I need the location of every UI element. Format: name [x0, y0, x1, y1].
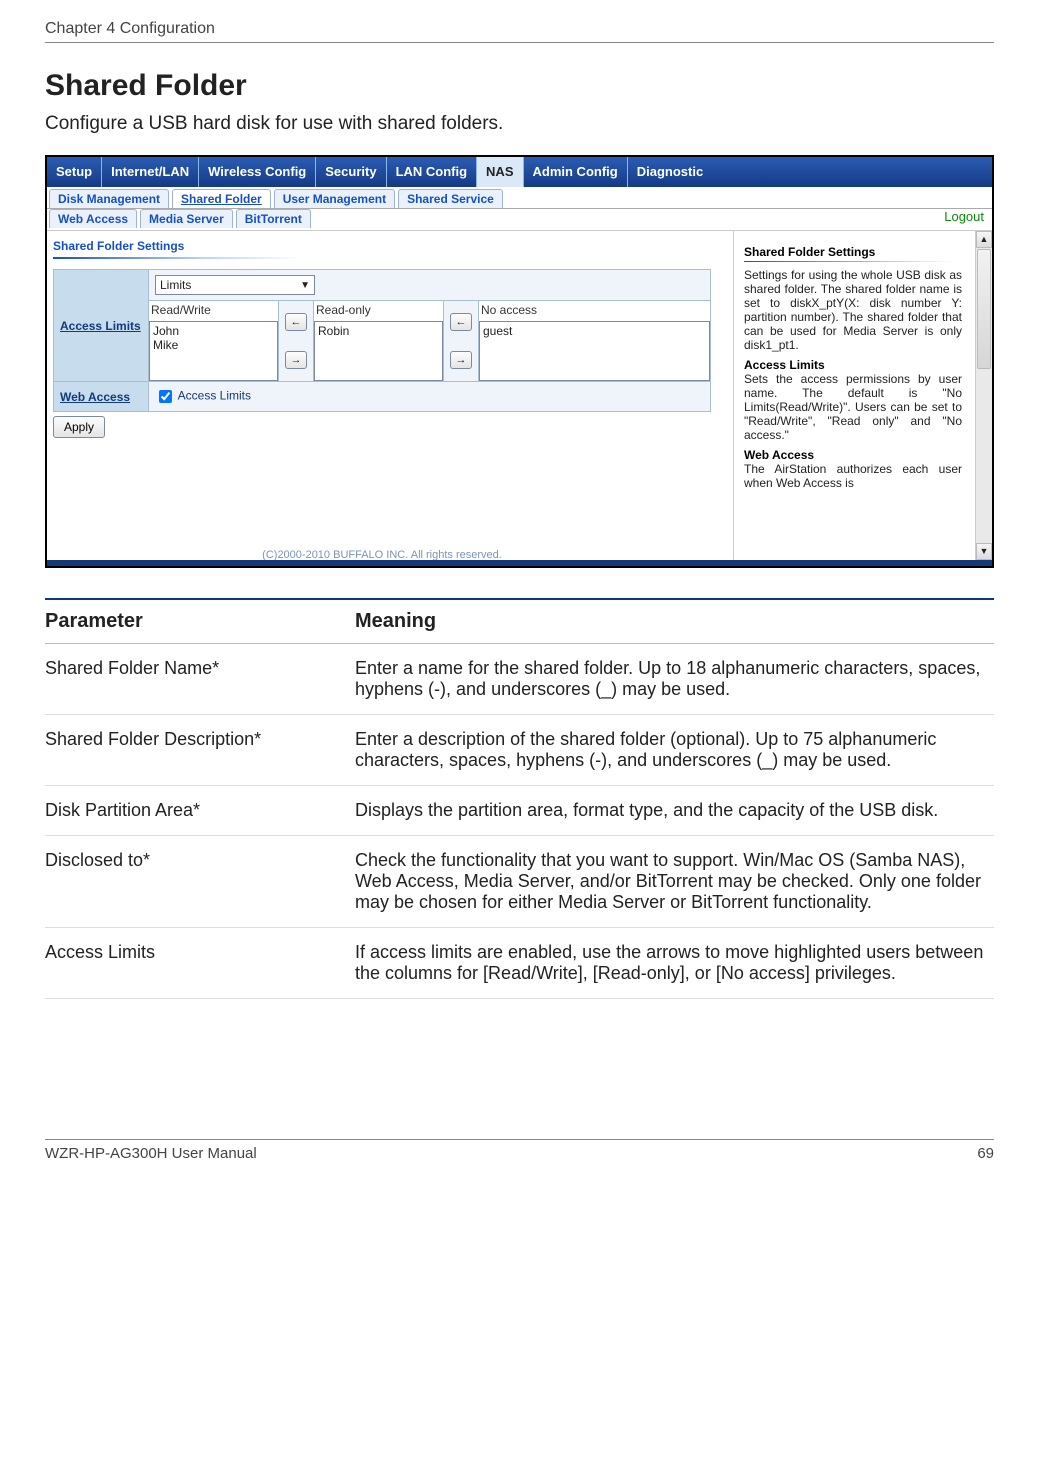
- tab-internet-lan[interactable]: Internet/LAN: [102, 157, 199, 187]
- row-label-web-access: Web Access: [54, 382, 149, 412]
- help-h2: Access Limits: [744, 358, 962, 372]
- limits-select-value: Limits: [160, 278, 191, 292]
- param-row: Access LimitsIf access limits are enable…: [45, 928, 994, 999]
- help-scrollbar[interactable]: ▲ ▼: [975, 231, 992, 560]
- subtab-user-management[interactable]: User Management: [274, 189, 395, 208]
- tab-diagnostic[interactable]: Diagnostic: [628, 157, 992, 187]
- col-head-ro: Read-only: [314, 301, 443, 321]
- tab-lan-config[interactable]: LAN Config: [387, 157, 477, 187]
- param-row: Disk Partition Area*Displays the partiti…: [45, 786, 994, 836]
- help-panel: Shared Folder Settings Settings for usin…: [717, 231, 992, 560]
- subtab-shared-service[interactable]: Shared Service: [398, 189, 503, 208]
- move-right-button-1[interactable]: →: [285, 351, 307, 369]
- param-head-meaning: Meaning: [355, 610, 436, 633]
- param-meaning: Enter a name for the shared folder. Up t…: [355, 658, 994, 700]
- scroll-up-icon[interactable]: ▲: [976, 231, 992, 248]
- section-desc: Configure a USB hard disk for use with s…: [45, 113, 994, 135]
- main-panel: Shared Folder Settings Access Limits Lim…: [47, 231, 717, 560]
- sub-tab-row-2: Web Access Media Server BitTorrent Logou…: [47, 209, 992, 231]
- copyright-text: (C)2000-2010 BUFFALO INC. All rights res…: [262, 549, 502, 560]
- param-meaning: If access limits are enabled, use the ar…: [355, 942, 994, 984]
- tab-wireless-config[interactable]: Wireless Config: [199, 157, 316, 187]
- chevron-down-icon: ▼: [300, 280, 310, 291]
- list-read-only[interactable]: Robin: [314, 321, 443, 381]
- limits-select[interactable]: Limits ▼: [155, 275, 315, 295]
- move-right-button-2[interactable]: →: [450, 351, 472, 369]
- param-name: Shared Folder Description*: [45, 729, 355, 771]
- param-table-header: Parameter Meaning: [45, 600, 994, 644]
- param-meaning: Displays the partition area, format type…: [355, 800, 994, 821]
- param-table-body: Shared Folder Name*Enter a name for the …: [45, 644, 994, 999]
- param-name: Access Limits: [45, 942, 355, 984]
- subtab-bittorrent[interactable]: BitTorrent: [236, 209, 311, 228]
- panel-underline: [53, 257, 303, 259]
- tab-nas[interactable]: NAS: [477, 157, 523, 187]
- tab-setup[interactable]: Setup: [47, 157, 102, 187]
- param-head-parameter: Parameter: [45, 610, 355, 633]
- col-head-rw: Read/Write: [149, 301, 278, 321]
- subtab-shared-folder[interactable]: Shared Folder: [172, 189, 271, 208]
- param-row: Shared Folder Name*Enter a name for the …: [45, 644, 994, 715]
- subtab-disk-management[interactable]: Disk Management: [49, 189, 169, 208]
- settings-table: Access Limits Limits ▼ Read/Write John M…: [53, 269, 711, 412]
- param-name: Disk Partition Area*: [45, 800, 355, 821]
- section-title: Shared Folder: [45, 69, 994, 103]
- list-read-write[interactable]: John Mike: [149, 321, 278, 381]
- access-limits-cb-label: Access Limits: [178, 389, 251, 403]
- sub-tab-row-1: Disk Management Shared Folder User Manag…: [47, 187, 992, 209]
- param-meaning: Check the functionality that you want to…: [355, 850, 994, 913]
- panel-title: Shared Folder Settings: [53, 239, 711, 253]
- param-row: Shared Folder Description*Enter a descri…: [45, 715, 994, 786]
- scroll-thumb[interactable]: [977, 249, 991, 369]
- subtab-web-access[interactable]: Web Access: [49, 209, 137, 228]
- param-name: Shared Folder Name*: [45, 658, 355, 700]
- chapter-header: Chapter 4 Configuration: [45, 20, 994, 43]
- list-no-access[interactable]: guest: [479, 321, 710, 381]
- scroll-down-icon[interactable]: ▼: [976, 543, 992, 560]
- logout-link[interactable]: Logout: [944, 209, 990, 224]
- param-name: Disclosed to*: [45, 850, 355, 913]
- apply-button[interactable]: Apply: [53, 416, 105, 438]
- embedded-ui: Setup Internet/LAN Wireless Config Secur…: [45, 155, 994, 568]
- help-underline: [744, 261, 954, 262]
- help-h3: Web Access: [744, 448, 962, 462]
- tab-security[interactable]: Security: [316, 157, 386, 187]
- tab-admin-config[interactable]: Admin Config: [524, 157, 628, 187]
- footer-left: WZR-HP-AG300H User Manual: [45, 1145, 257, 1162]
- param-row: Disclosed to*Check the functionality tha…: [45, 836, 994, 928]
- help-p1: Settings for using the whole USB disk as…: [744, 268, 962, 352]
- move-left-button-2[interactable]: ←: [450, 313, 472, 331]
- move-left-button-1[interactable]: ←: [285, 313, 307, 331]
- subtab-media-server[interactable]: Media Server: [140, 209, 233, 228]
- main-tab-bar: Setup Internet/LAN Wireless Config Secur…: [47, 157, 992, 187]
- access-limits-checkbox[interactable]: [159, 390, 172, 403]
- row-label-access-limits: Access Limits: [54, 270, 149, 382]
- footer-page-number: 69: [977, 1145, 994, 1162]
- page-footer: WZR-HP-AG300H User Manual 69: [45, 1139, 994, 1162]
- help-h1: Shared Folder Settings: [744, 245, 962, 259]
- help-p3: The AirStation authorizes each user when…: [744, 462, 962, 490]
- param-meaning: Enter a description of the shared folder…: [355, 729, 994, 771]
- help-p2: Sets the access permissions by user name…: [744, 372, 962, 442]
- col-head-na: No access: [479, 301, 710, 321]
